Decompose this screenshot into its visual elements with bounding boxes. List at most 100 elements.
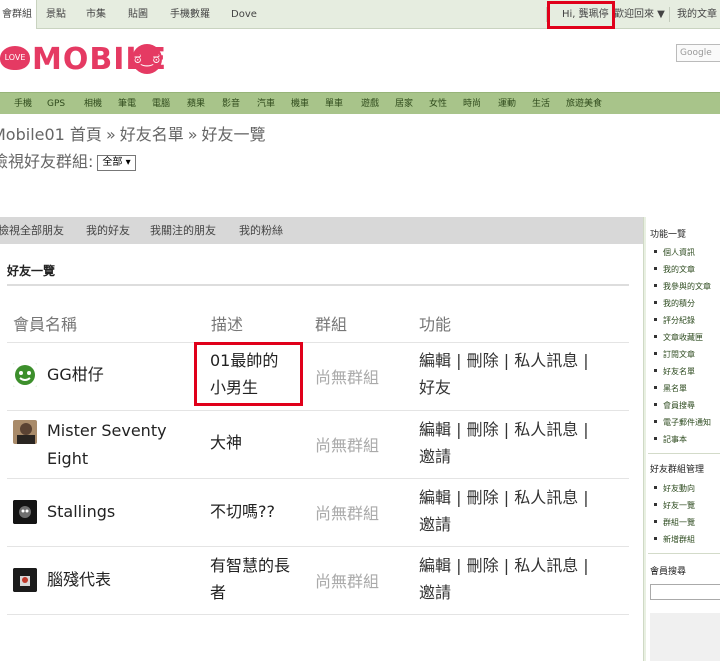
header-name: 會員名稱 bbox=[13, 315, 78, 334]
tab-fans[interactable]: 我的粉絲 bbox=[239, 217, 283, 244]
sidebar-item-joined-articles[interactable]: 我參與的文章 bbox=[654, 281, 711, 292]
delete-link[interactable]: 刪除 bbox=[467, 351, 499, 370]
category-women[interactable]: 女性 bbox=[429, 93, 447, 115]
group-filter: 檢視好友群組: 全部 ▾ bbox=[0, 148, 136, 172]
member-actions: 編輯 | 刪除 | 私人訊息 | 好友 bbox=[419, 347, 624, 401]
sidebar-inner: 功能一覽 個人資訊 我的文章 我參與的文章 我的積分 評分紀錄 文章收藏匣 訂閱… bbox=[646, 217, 720, 661]
google-search-input[interactable]: Google bbox=[676, 44, 720, 62]
group-filter-label: 檢視好友群組: bbox=[0, 152, 94, 171]
separator: | bbox=[583, 556, 589, 575]
separator: | bbox=[456, 420, 462, 439]
private-message-link[interactable]: 私人訊息 bbox=[514, 351, 578, 370]
category-apple[interactable]: 蘋果 bbox=[187, 93, 205, 115]
row-divider bbox=[7, 478, 629, 479]
category-motorcycle[interactable]: 機車 bbox=[291, 93, 309, 115]
category-games[interactable]: 遊戲 bbox=[361, 93, 379, 115]
group-filter-select[interactable]: 全部 ▾ bbox=[97, 155, 136, 171]
sidebar-item-favorites[interactable]: 文章收藏匣 bbox=[654, 332, 703, 343]
private-message-link[interactable]: 私人訊息 bbox=[514, 556, 578, 575]
breadcrumb-separator: » bbox=[105, 125, 116, 144]
header-logo-area: LOVE MOBILE ಠ‿ಠ bbox=[0, 30, 720, 92]
member-desc: 不切嗎?? bbox=[210, 502, 275, 521]
highlight-box-description bbox=[194, 342, 303, 406]
avatar-face-icon bbox=[13, 363, 37, 387]
row-divider bbox=[7, 614, 629, 615]
topnav-item-market[interactable]: 市集 bbox=[86, 0, 106, 29]
member-name[interactable]: Stallings bbox=[47, 498, 115, 526]
logo-face-icon: ಠ‿ಠ bbox=[132, 44, 162, 74]
delete-link[interactable]: 刪除 bbox=[467, 420, 499, 439]
avatar-gg[interactable] bbox=[13, 363, 37, 387]
tab-following[interactable]: 我關注的朋友 bbox=[150, 217, 216, 244]
topnav-item-phone-data[interactable]: 手機數羅 bbox=[170, 0, 210, 29]
member-name[interactable]: 腦殘代表 bbox=[47, 566, 111, 594]
edit-link[interactable]: 編輯 bbox=[419, 351, 451, 370]
member-group: 尚無群組 bbox=[315, 504, 380, 523]
sidebar-item-subscriptions[interactable]: 訂閱文章 bbox=[654, 349, 695, 360]
sidebar-item-new-group[interactable]: 新增群組 bbox=[654, 534, 695, 545]
category-sports[interactable]: 運動 bbox=[498, 93, 516, 115]
avatar-naocan[interactable] bbox=[13, 568, 37, 592]
private-message-link[interactable]: 私人訊息 bbox=[514, 488, 578, 507]
sidebar-item-member-search[interactable]: 會員搜尋 bbox=[654, 400, 695, 411]
friend-link[interactable]: 好友 bbox=[419, 378, 451, 397]
sidebar-item-friend-overview[interactable]: 好友一覽 bbox=[654, 500, 695, 511]
sidebar-item-points[interactable]: 我的積分 bbox=[654, 298, 695, 309]
separator: | bbox=[503, 420, 510, 439]
topnav-item-stickers[interactable]: 貼圖 bbox=[128, 0, 148, 29]
topnav-item-dove[interactable]: Dove bbox=[231, 0, 257, 29]
avatar-mister-seventy-eight[interactable] bbox=[13, 420, 37, 444]
avatar-stallings[interactable] bbox=[13, 500, 37, 524]
sidebar-item-group-overview[interactable]: 群組一覽 bbox=[654, 517, 695, 528]
delete-link[interactable]: 刪除 bbox=[467, 556, 499, 575]
category-fashion[interactable]: 時尚 bbox=[463, 93, 481, 115]
category-gps[interactable]: GPS bbox=[47, 93, 65, 115]
member-search-input[interactable] bbox=[650, 584, 720, 600]
edit-link[interactable]: 編輯 bbox=[419, 556, 451, 575]
invite-link[interactable]: 邀請 bbox=[419, 583, 451, 602]
member-group: 尚無群組 bbox=[315, 572, 380, 591]
sidebar-item-blacklist[interactable]: 黑名單 bbox=[654, 383, 687, 394]
invite-link[interactable]: 邀請 bbox=[419, 447, 451, 466]
category-laptop[interactable]: 筆電 bbox=[118, 93, 136, 115]
category-phone[interactable]: 手機 bbox=[14, 93, 32, 115]
highlight-box-greeting bbox=[547, 1, 615, 29]
invite-link[interactable]: 邀請 bbox=[419, 515, 451, 534]
sidebar-item-my-articles[interactable]: 我的文章 bbox=[654, 264, 695, 275]
tab-my-friends[interactable]: 我的好友 bbox=[86, 217, 130, 244]
my-articles-link[interactable]: 我的文章 bbox=[677, 0, 717, 29]
sidebar-ad-area bbox=[650, 613, 720, 661]
separator: | bbox=[456, 351, 462, 370]
sidebar-item-friend-list[interactable]: 好友名單 bbox=[654, 366, 695, 377]
sidebar-item-ratings[interactable]: 評分紀錄 bbox=[654, 315, 695, 326]
breadcrumb-home[interactable]: Mobile01 首頁 bbox=[0, 125, 102, 144]
category-car[interactable]: 汽車 bbox=[257, 93, 275, 115]
category-home[interactable]: 居家 bbox=[395, 93, 413, 115]
category-life[interactable]: 生活 bbox=[532, 93, 550, 115]
panel-divider bbox=[7, 284, 629, 286]
category-travel-food[interactable]: 旅遊美食 bbox=[566, 93, 602, 115]
category-av[interactable]: 影音 bbox=[222, 93, 240, 115]
tab-all-friends[interactable]: 檢視全部朋友 bbox=[0, 217, 64, 244]
topnav-item-groups[interactable]: 會群組 bbox=[0, 0, 37, 29]
welcome-menu[interactable]: 歡迎回來 ▼ bbox=[614, 0, 665, 29]
sidebar-search-title: 會員搜尋 bbox=[650, 567, 687, 577]
category-pc[interactable]: 電腦 bbox=[152, 93, 170, 115]
breadcrumb-friend-list[interactable]: 好友名單 bbox=[120, 125, 184, 144]
sidebar-item-friend-activity[interactable]: 好友動向 bbox=[654, 483, 695, 494]
member-name[interactable]: GG柑仔 bbox=[47, 361, 104, 389]
topnav-item-spots[interactable]: 景點 bbox=[46, 0, 66, 29]
private-message-link[interactable]: 私人訊息 bbox=[514, 420, 578, 439]
category-bicycle[interactable]: 單車 bbox=[325, 93, 343, 115]
avatar-photo-icon bbox=[13, 568, 37, 592]
sidebar-item-email-notify[interactable]: 電子郵件通知 bbox=[654, 417, 711, 428]
sidebar-divider bbox=[648, 453, 720, 454]
header-desc: 描述 bbox=[211, 315, 244, 334]
sidebar-item-profile[interactable]: 個人資訊 bbox=[654, 247, 695, 258]
category-camera[interactable]: 相機 bbox=[84, 93, 102, 115]
member-actions: 編輯 | 刪除 | 私人訊息 | 邀請 bbox=[419, 416, 624, 470]
delete-link[interactable]: 刪除 bbox=[467, 488, 499, 507]
sidebar-item-notebook[interactable]: 記事本 bbox=[654, 434, 687, 445]
edit-link[interactable]: 編輯 bbox=[419, 488, 451, 507]
edit-link[interactable]: 編輯 bbox=[419, 420, 451, 439]
